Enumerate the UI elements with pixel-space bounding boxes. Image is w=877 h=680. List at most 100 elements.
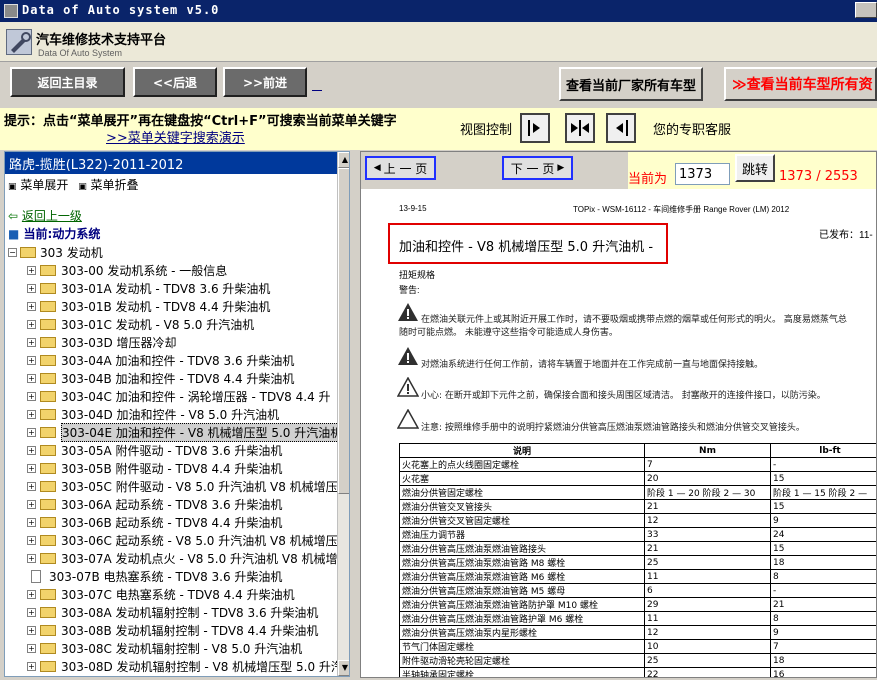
customer-service-label[interactable]: 您的专职客服 (653, 119, 731, 138)
tree-item[interactable]: +303-01C 发动机 - V8 5.0 升汽油机 (27, 315, 254, 333)
expand-node-icon[interactable]: + (27, 643, 36, 653)
toolbar-link[interactable] (312, 90, 322, 91)
go-button[interactable]: 跳转 (735, 154, 775, 182)
back-up-link[interactable]: 返回上一级 (22, 209, 82, 223)
table-cell: 8 (770, 611, 876, 626)
page-number-input[interactable] (675, 163, 730, 185)
tree-item[interactable]: +303-08C 发动机辐射控制 - V8 5.0 升汽油机 (27, 639, 302, 657)
vehicle-header: 路虎-揽胜(L322)-2011-2012 (5, 152, 337, 174)
menu-expand-link[interactable]: 菜单展开 (20, 178, 68, 192)
scroll-thumb[interactable] (338, 168, 349, 494)
app-icon (4, 4, 18, 18)
table-row: 火花塞上的点火线圈固定螺栓 7- (399, 457, 876, 472)
split-view-icon[interactable] (565, 113, 595, 143)
expand-node-icon[interactable]: + (27, 499, 36, 509)
expand-left-icon[interactable] (606, 113, 636, 143)
collapse-node-icon[interactable]: − (8, 248, 17, 257)
tree-root[interactable]: − 303 发动机 (8, 244, 103, 261)
tree-item[interactable]: +303-08D 发动机辐射控制 - V8 机械增压型 5.0 升汽 (27, 657, 343, 675)
table-cell: 半轴轴承固定螺栓 (399, 667, 645, 677)
prev-page-button[interactable]: ◀ 上 一 页 (365, 156, 436, 180)
expand-node-icon[interactable]: + (27, 265, 36, 275)
expand-node-icon[interactable]: + (27, 517, 36, 527)
expand-node-icon[interactable]: + (27, 589, 36, 599)
caution-text: 小心: 在断开或卸下元件之前，确保接合面和接头周围区域清洁。 封塞敞开的连接件接… (421, 391, 826, 401)
table-row: 燃油分供管高压燃油泵燃油管路护罩 M6 螺栓 11 8 (399, 611, 876, 626)
table-cell: 7 (644, 457, 771, 472)
arrow-right-small-icon: ▶ (557, 163, 565, 173)
scroll-up-icon[interactable]: ▲ (338, 152, 349, 168)
all-models-button[interactable]: 查看当前厂家所有车型 (559, 67, 703, 101)
expand-node-icon[interactable]: + (27, 373, 36, 383)
back-button[interactable]: <<后退 (133, 67, 217, 97)
tree-item[interactable]: +303-08B 发动机辐射控制 - TDV8 4.4 升柴油机 (27, 621, 318, 639)
back-up-row[interactable]: ⇦ 返回上一级 (8, 207, 82, 224)
expand-node-icon[interactable]: + (27, 427, 36, 437)
expand-node-icon[interactable]: + (27, 337, 36, 347)
tree-item[interactable]: +303-05B 附件驱动 - TDV8 4.4 升柴油机 (27, 459, 282, 477)
tree-item[interactable]: +303-04E 加油和控件 - V8 机械增压型 5.0 升汽油机 (27, 422, 344, 442)
tree-item[interactable]: +303-05C 附件驱动 - V8 5.0 升汽油机 V8 机械增压 (27, 477, 338, 495)
tree-item[interactable]: +303-04D 加油和控件 - V8 5.0 升汽油机 (27, 405, 279, 423)
tree-item-label: 303-05C 附件驱动 - V8 5.0 升汽油机 V8 机械增压 (61, 479, 338, 494)
tree-item[interactable]: +303-04B 加油和控件 - TDV8 4.4 升柴油机 (27, 369, 294, 387)
expand-node-icon[interactable]: + (27, 625, 36, 635)
tree-item[interactable]: +303-04A 加油和控件 - TDV8 3.6 升柴油机 (27, 351, 294, 369)
tree-item[interactable]: +303-07A 发动机点火 - V8 5.0 升汽油机 V8 机械增 (27, 549, 338, 567)
tree-item-label: 303-01B 发动机 - TDV8 4.4 升柴油机 (61, 299, 271, 314)
current-model-button[interactable]: ≫查看当前车型所有资 (724, 67, 877, 101)
table-cell: 33 (644, 527, 771, 542)
tree-item[interactable]: +303-03D 增压器冷却 (27, 333, 177, 351)
folder-icon (20, 247, 36, 258)
tree-item-label: 303-04B 加油和控件 - TDV8 4.4 升柴油机 (61, 371, 295, 386)
tree-item[interactable]: +303-06A 起动系统 - TDV8 3.6 升柴油机 (27, 495, 282, 513)
expand-node-icon[interactable]: + (27, 409, 36, 419)
forward-button[interactable]: >>前进 (223, 67, 307, 97)
home-button[interactable]: 返回主目录 (10, 67, 125, 97)
tree-item[interactable]: +303-04C 加油和控件 - 涡轮增压器 - TDV8 4.4 升 (27, 387, 331, 405)
expand-node-icon[interactable]: + (27, 661, 36, 671)
tree-item[interactable]: +303-00 发动机系统 - 一般信息 (27, 261, 227, 279)
expand-node-icon[interactable]: + (27, 301, 36, 311)
expand-node-icon[interactable]: + (27, 463, 36, 473)
next-page-button[interactable]: 下 一 页 ▶ (502, 156, 573, 180)
tree-item[interactable]: +303-08A 发动机辐射控制 - TDV8 3.6 升柴油机 (27, 603, 318, 621)
folder-icon (40, 660, 56, 672)
table-cell: 燃油分供管高压燃油泵燃油管路护罩 M6 螺栓 (399, 611, 645, 626)
expand-node-icon[interactable]: + (27, 391, 36, 401)
expand-node-icon[interactable]: + (27, 553, 36, 563)
tree-item-label: 303-01A 发动机 - TDV8 3.6 升柴油机 (61, 281, 271, 296)
expand-node-icon[interactable]: + (27, 607, 36, 617)
table-cell: 22 (644, 667, 771, 677)
table-cell: 燃油分供管高压燃油泵燃油管路接头 (399, 541, 645, 556)
expand-node-icon[interactable]: + (27, 319, 36, 329)
tree-item[interactable]: +303-06B 起动系统 - TDV8 4.4 升柴油机 (27, 513, 282, 531)
pager-bar: ◀ 上 一 页 下 一 页 ▶ 当前为 跳转 1373 / 2553 (361, 152, 876, 189)
expand-node-icon[interactable]: + (27, 445, 36, 455)
tree-item[interactable]: 303-07B 电热塞系统 - TDV8 3.6 升柴油机 (27, 567, 282, 585)
tree-item[interactable]: +303-01A 发动机 - TDV8 3.6 升柴油机 (27, 279, 270, 297)
tree-item-label: 303-04C 加油和控件 - 涡轮增压器 - TDV8 4.4 升 (61, 389, 331, 404)
scroll-down-icon[interactable]: ▼ (338, 660, 349, 676)
expand-node-icon[interactable]: + (27, 481, 36, 491)
search-demo-link[interactable]: >>菜单关键字搜索演示 (106, 127, 245, 146)
expand-right-icon[interactable] (520, 113, 550, 143)
expand-node-icon[interactable]: + (27, 535, 36, 545)
expand-node-icon[interactable]: + (27, 355, 36, 365)
expand-node-icon[interactable]: + (27, 283, 36, 293)
folder-icon (40, 516, 56, 528)
table-cell: 6 (644, 583, 771, 598)
table-row: 燃油分供管固定螺栓 阶段 1 — 20 阶段 2 — 30 阶段 1 — 15 阶段… (399, 485, 876, 500)
window-control-button[interactable] (855, 2, 877, 18)
menu-collapse-link[interactable]: 菜单折叠 (91, 178, 139, 192)
tree-item[interactable]: +303-06C 起动系统 - V8 5.0 升汽油机 V8 机械增压 (27, 531, 338, 549)
warning-triangle-icon (398, 303, 418, 321)
tree-item[interactable]: +303-05A 附件驱动 - TDV8 3.6 升柴油机 (27, 441, 282, 459)
vertical-scrollbar[interactable]: ▲ ▼ (337, 152, 349, 676)
tree-item[interactable]: +303-01B 发动机 - TDV8 4.4 升柴油机 (27, 297, 270, 315)
table-cell: 21 (644, 499, 771, 514)
folder-icon (40, 372, 56, 384)
table-cell: 阶段 1 — 15 阶段 2 — (770, 485, 876, 500)
warning-text: 对燃油系统进行任何工作前，请将车辆置于地面并在工作完成前一直与地面保持接触。 (421, 360, 764, 370)
tree-item[interactable]: +303-07C 电热塞系统 - TDV8 4.4 升柴油机 (27, 585, 295, 603)
